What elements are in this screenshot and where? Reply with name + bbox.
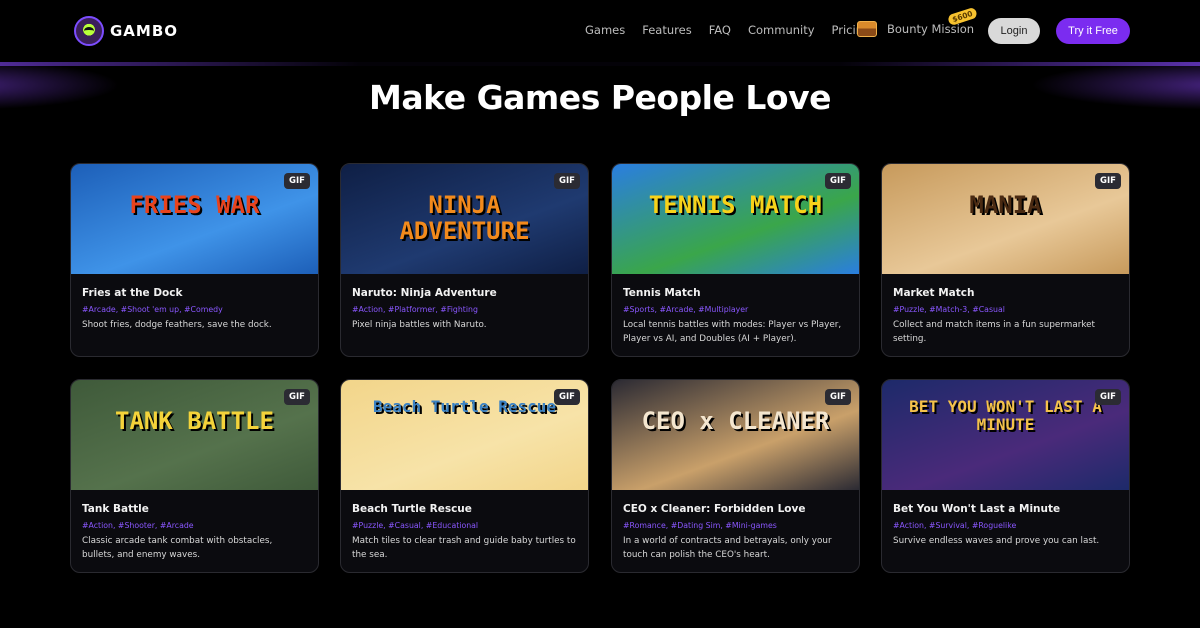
game-title: Tank Battle — [82, 503, 149, 515]
game-tags: #Puzzle, #Casual, #Educational — [352, 521, 479, 530]
card-body: Tank Battle #Action, #Shooter, #Arcade Cla… — [71, 490, 318, 562]
card-body: Naruto: Ninja Adventure #Action, #Platfor… — [341, 274, 588, 333]
gif-badge: GIF — [1095, 173, 1121, 189]
game-card[interactable]: CEO x CLEANER GIF CEO x Cleaner: Forbidden… — [611, 379, 860, 573]
game-title: Market Match — [893, 287, 975, 299]
card-body: Tennis Match #Sports, #Arcade, #Multiplay… — [612, 274, 859, 346]
game-title: Tennis Match — [623, 287, 701, 299]
game-description: Classic arcade tank combat with obstacle… — [82, 536, 273, 560]
game-art-title: NINJA ADVENTURE — [399, 191, 530, 246]
game-thumbnail: FRIES WAR GIF — [71, 164, 318, 274]
game-card[interactable]: FRIES WAR GIF Fries at the Dock #Arcade, #S… — [70, 163, 319, 357]
game-tags: #Puzzle, #Match-3, #Casual — [893, 305, 1005, 314]
game-title: CEO x Cleaner: Forbidden Love — [623, 503, 806, 515]
nav-item-community[interactable]: Community — [748, 23, 815, 37]
game-description: Pixel ninja battles with Naruto. — [352, 320, 487, 330]
top-navbar: GAMBO Games Features FAQ Community Prici… — [0, 0, 1200, 62]
game-thumbnail: Beach Turtle Rescue GIF — [341, 380, 588, 490]
game-art-title: MANIA — [969, 191, 1042, 219]
card-body: Market Match #Puzzle, #Match-3, #Casual Co… — [882, 274, 1129, 346]
game-tags: #Romance, #Dating Sim, #Mini-games — [623, 521, 777, 530]
card-body: Bet You Won't Last a Minute #Action, #Sur… — [882, 490, 1129, 549]
game-description: Shoot fries, dodge feathers, save the do… — [82, 320, 272, 330]
gambo-mascot-icon — [74, 16, 104, 46]
game-card[interactable]: TENNIS MATCH GIF Tennis Match #Sports, #Arc… — [611, 163, 860, 357]
game-description: Collect and match items in a fun superma… — [893, 320, 1096, 344]
game-art-title: FRIES WAR — [129, 191, 260, 219]
main-nav: Games Features FAQ Community Pricing — [585, 23, 870, 37]
game-title: Bet You Won't Last a Minute — [893, 503, 1061, 515]
game-title: Fries at the Dock — [82, 287, 183, 299]
game-card[interactable]: TANK BATTLE GIF Tank Battle #Action, #Shoot… — [70, 379, 319, 573]
brand-logo[interactable]: GAMBO — [74, 16, 178, 46]
game-card[interactable]: BET YOU WON'T LAST A MINUTE GIF Bet You Wo… — [881, 379, 1130, 573]
gif-badge: GIF — [554, 173, 580, 189]
login-button[interactable]: Login — [988, 18, 1040, 44]
nav-item-features[interactable]: Features — [642, 23, 691, 37]
gif-badge: GIF — [1095, 389, 1121, 405]
card-body: Beach Turtle Rescue #Puzzle, #Casual, #Ed… — [341, 490, 588, 562]
game-title: Beach Turtle Rescue — [352, 503, 472, 515]
game-card[interactable]: MANIA GIF Market Match #Puzzle, #Match-3, #… — [881, 163, 1130, 357]
gif-badge: GIF — [825, 173, 851, 189]
treasure-chest-icon — [857, 21, 877, 37]
game-art-title: Beach Turtle Rescue — [372, 397, 557, 416]
game-title: Naruto: Ninja Adventure — [352, 287, 497, 299]
game-thumbnail: CEO x CLEANER GIF — [612, 380, 859, 490]
game-card[interactable]: Beach Turtle Rescue GIF Beach Turtle Rescu… — [340, 379, 589, 573]
game-description: Local tennis battles with modes: Player … — [623, 320, 842, 344]
game-thumbnail: TANK BATTLE GIF — [71, 380, 318, 490]
bounty-mission-label: Bounty Mission — [887, 22, 975, 36]
gif-badge: GIF — [284, 173, 310, 189]
brand-name: GAMBO — [110, 22, 179, 40]
game-thumbnail: NINJA ADVENTURE GIF — [341, 164, 588, 274]
nav-item-faq[interactable]: FAQ — [709, 23, 731, 37]
game-tags: #Action, #Shooter, #Arcade — [82, 521, 194, 530]
nav-item-games[interactable]: Games — [585, 23, 625, 37]
card-body: CEO x Cleaner: Forbidden Love #Romance, #… — [612, 490, 859, 562]
gif-badge: GIF — [284, 389, 310, 405]
game-tags: #Arcade, #Shoot 'em up, #Comedy — [82, 305, 223, 314]
game-thumbnail: MANIA GIF — [882, 164, 1129, 274]
game-art-title: BET YOU WON'T LAST A MINUTE — [909, 397, 1102, 434]
gif-badge: GIF — [825, 389, 851, 405]
game-thumbnail: BET YOU WON'T LAST A MINUTE GIF — [882, 380, 1129, 490]
game-tags: #Sports, #Arcade, #Multiplayer — [623, 305, 749, 314]
game-art-title: CEO x CLEANER — [641, 407, 830, 435]
gif-badge: GIF — [554, 389, 580, 405]
game-tags: #Action, #Survival, #Roguelike — [893, 521, 1017, 530]
game-tags: #Action, #Platformer, #Fighting — [352, 305, 478, 314]
try-it-free-button[interactable]: Try it Free — [1056, 18, 1130, 44]
card-body: Fries at the Dock #Arcade, #Shoot 'em up,… — [71, 274, 318, 333]
game-card[interactable]: NINJA ADVENTURE GIF Naruto: Ninja Adventur… — [340, 163, 589, 357]
game-thumbnail: TENNIS MATCH GIF — [612, 164, 859, 274]
game-description: Survive endless waves and prove you can … — [893, 536, 1100, 546]
page-title: Make Games People Love — [369, 78, 831, 117]
game-art-title: TANK BATTLE — [115, 407, 274, 435]
header-divider — [0, 62, 1200, 66]
game-description: In a world of contracts and betrayals, o… — [623, 536, 832, 560]
game-description: Match tiles to clear trash and guide bab… — [352, 536, 576, 560]
game-art-title: TENNIS MATCH — [648, 191, 823, 219]
